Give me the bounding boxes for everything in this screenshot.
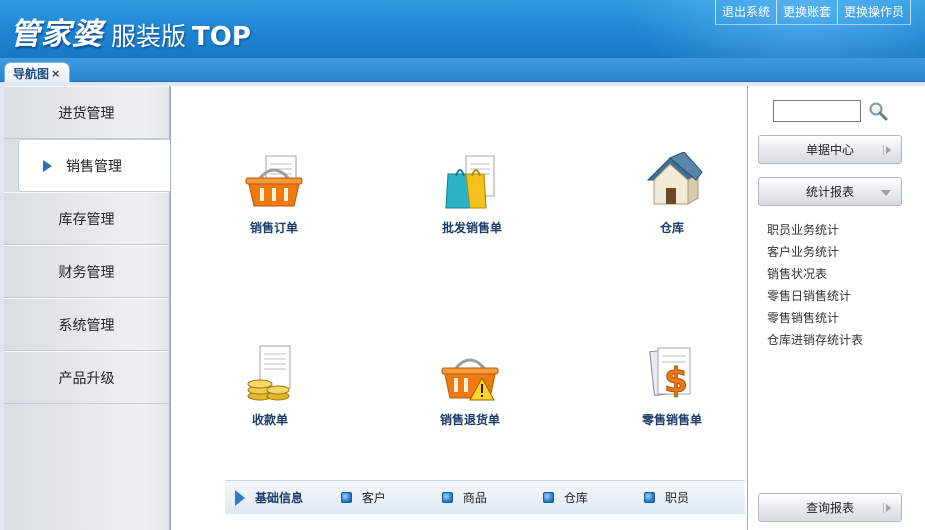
- basic-info-arrow-icon: [235, 489, 245, 506]
- sidebar-item-upgrade[interactable]: 产品升级: [4, 351, 169, 404]
- document-center-button[interactable]: 单据中心: [758, 135, 902, 164]
- report-link-retail-daily[interactable]: 零售日销售统计: [767, 285, 863, 307]
- sidebar-item-finance[interactable]: 财务管理: [4, 245, 169, 298]
- basket-warning-icon: [441, 358, 499, 401]
- sidebar-item-sales[interactable]: 销售管理: [18, 139, 171, 192]
- sidebar-item-label: 系统管理: [58, 317, 115, 334]
- switch-operator-link[interactable]: 更换操作员: [836, 0, 911, 25]
- chevron-right-icon: [883, 145, 891, 155]
- sidebar-item-label: 进货管理: [58, 105, 115, 122]
- warehouse-button[interactable]: 仓库: [617, 151, 727, 236]
- sidebar-item-purchase[interactable]: 进货管理: [4, 86, 169, 139]
- report-link-warehouse-stock[interactable]: 仓库进销存统计表: [767, 329, 863, 351]
- report-link-staff-stats[interactable]: 职员业务统计: [767, 219, 863, 241]
- basic-info-product-link[interactable]: 商品: [441, 489, 543, 506]
- basic-info-link-label: 客户: [361, 491, 386, 505]
- bullet-icon: [340, 492, 352, 503]
- report-link-list: 职员业务统计 客户业务统计 销售状况表 零售日销售统计 零售销售统计 仓库进销存…: [767, 219, 863, 351]
- dollar-document-icon: $: [649, 347, 691, 402]
- query-report-label: 查询报表: [805, 501, 854, 515]
- retail-sales-label: 零售销售单: [641, 413, 702, 427]
- sidebar-item-system[interactable]: 系统管理: [4, 298, 169, 351]
- bullet-icon: [643, 492, 655, 503]
- basket-document-icon: [245, 155, 303, 207]
- shopping-bag-document-icon: [445, 155, 495, 209]
- sales-order-label: 销售订单: [249, 221, 298, 235]
- basic-info-title: 基础信息: [255, 491, 304, 505]
- report-panel: 单据中心 统计报表 职员业务统计 客户业务统计 销售状况表 零售日销售统计 零售…: [747, 86, 925, 530]
- logo-edition-text: 服装版: [111, 22, 187, 51]
- switch-account-link[interactable]: 更换账套: [775, 0, 837, 25]
- bullet-icon: [441, 492, 453, 503]
- bullet-icon: [542, 492, 554, 503]
- basic-info-link-label: 仓库: [563, 491, 588, 505]
- logo-main-text: 管家婆: [10, 17, 103, 52]
- warehouse-label: 仓库: [659, 221, 684, 235]
- app-logo: 管家婆 服装版 TOP: [10, 8, 251, 53]
- basic-info-bar: 基础信息 客户 商品 仓库 职员: [225, 480, 745, 514]
- statistics-report-button[interactable]: 统计报表: [758, 177, 902, 206]
- tab-bar: 导航图 ×: [0, 58, 925, 82]
- chevron-right-icon: [883, 503, 891, 513]
- logo-top-text: TOP: [192, 22, 251, 52]
- document-center-label: 单据中心: [805, 143, 854, 157]
- warehouse-house-icon: [646, 151, 703, 205]
- sales-return-button[interactable]: 销售退货单: [415, 344, 525, 428]
- receipt-button[interactable]: 收款单: [215, 344, 325, 428]
- navigation-map-panel: 销售订单 批发销售单 仓库 收款单 销售退货单 $ 零售销售单 基础信息 客户 …: [170, 86, 747, 530]
- module-sidebar: 进货管理 销售管理 库存管理 财务管理 系统管理 产品升级: [4, 86, 171, 530]
- statistics-report-label: 统计报表: [805, 185, 854, 199]
- app-header: 管家婆 服装版 TOP 退出系统 更换账套 更换操作员: [0, 0, 925, 58]
- sales-order-button[interactable]: 销售订单: [219, 152, 329, 236]
- report-link-customer-stats[interactable]: 客户业务统计: [767, 241, 863, 263]
- chevron-down-icon: [881, 190, 891, 196]
- active-arrow-icon: [43, 159, 52, 172]
- basic-info-customer-link[interactable]: 客户: [340, 489, 442, 506]
- tab-label: 导航图: [13, 67, 50, 81]
- svg-text:$: $: [664, 361, 688, 401]
- search-input[interactable]: [773, 100, 861, 122]
- sidebar-item-label: 财务管理: [58, 264, 115, 281]
- tab-navigation-map[interactable]: 导航图 ×: [4, 62, 70, 82]
- wholesale-sales-label: 批发销售单: [441, 221, 502, 235]
- basic-info-staff-link[interactable]: 职员: [643, 489, 745, 506]
- close-icon[interactable]: ×: [51, 67, 60, 80]
- receipt-label: 收款单: [251, 413, 288, 427]
- sidebar-item-label: 库存管理: [58, 211, 115, 228]
- report-link-retail-sales[interactable]: 零售销售统计: [767, 307, 863, 329]
- search-icon[interactable]: [868, 101, 888, 121]
- sales-return-label: 销售退货单: [439, 413, 500, 427]
- basic-info-link-label: 商品: [462, 491, 487, 505]
- wholesale-sales-button[interactable]: 批发销售单: [417, 152, 527, 236]
- sidebar-item-inventory[interactable]: 库存管理: [4, 192, 169, 245]
- header-links: 退出系统 更换账套 更换操作员: [714, 0, 911, 25]
- basic-info-warehouse-link[interactable]: 仓库: [542, 489, 644, 506]
- sidebar-item-label: 销售管理: [66, 158, 122, 175]
- sidebar-item-label: 产品升级: [58, 370, 115, 387]
- report-link-sales-status[interactable]: 销售状况表: [767, 263, 863, 285]
- retail-sales-button[interactable]: $ 零售销售单: [617, 344, 727, 428]
- query-report-button[interactable]: 查询报表: [758, 493, 902, 522]
- coins-document-icon: [247, 345, 291, 401]
- basic-info-link-label: 职员: [664, 491, 689, 505]
- logout-link[interactable]: 退出系统: [714, 0, 776, 25]
